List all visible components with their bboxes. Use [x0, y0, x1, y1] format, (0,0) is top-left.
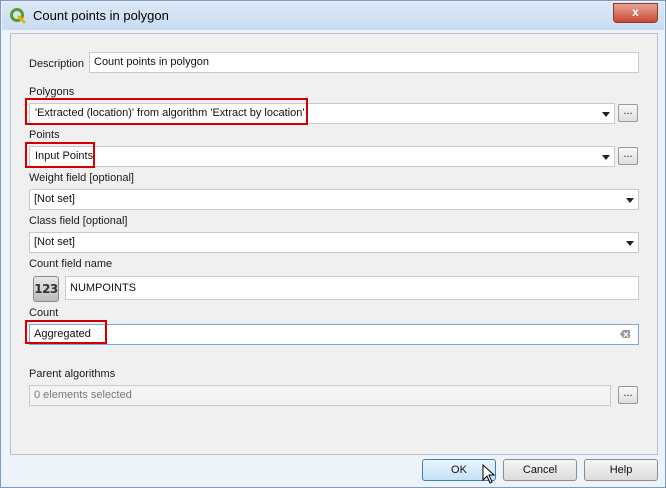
description-input[interactable]: Count points in polygon — [89, 52, 639, 73]
points-browse-button[interactable]: ... — [618, 147, 638, 165]
parent-algorithms-browse-button[interactable]: ... — [618, 386, 638, 404]
count-input[interactable]: Aggregated — [29, 324, 639, 345]
polygons-label: Polygons — [29, 86, 75, 98]
clear-icon[interactable] — [620, 330, 630, 338]
description-label: Description — [29, 58, 85, 70]
close-button[interactable]: x — [613, 3, 658, 23]
weight-field-value: [Not set] — [34, 193, 75, 205]
parent-algorithms-label: Parent algorithms — [29, 368, 116, 380]
class-field-label: Class field [optional] — [29, 215, 128, 227]
title-bar: Count points in polygon x — [2, 2, 664, 30]
parameters-panel: Description Count points in polygon Poly… — [10, 33, 658, 455]
chevron-down-icon — [626, 198, 634, 203]
count-field-name-label: Count field name — [29, 258, 113, 270]
window-title: Count points in polygon — [33, 8, 169, 23]
polygons-browse-button[interactable]: ... — [618, 104, 638, 122]
parent-algorithms-field: 0 elements selected — [29, 385, 611, 406]
weight-field-label: Weight field [optional] — [29, 172, 134, 184]
points-label: Points — [29, 129, 60, 141]
number-expression-icon[interactable]: 123 — [33, 276, 59, 302]
count-field-name-input[interactable]: NUMPOINTS — [65, 276, 639, 300]
count-label: Count — [29, 307, 59, 319]
class-field-value: [Not set] — [34, 236, 75, 248]
cancel-button[interactable]: Cancel — [503, 459, 577, 481]
weight-field-combo[interactable]: [Not set] — [29, 189, 639, 210]
count-highlight — [25, 320, 107, 344]
points-combo[interactable]: Input Points — [29, 146, 615, 167]
polygons-highlight — [25, 98, 308, 125]
mouse-pointer-icon — [482, 464, 496, 484]
chevron-down-icon — [602, 155, 610, 160]
dialog-window: Count points in polygon x Description Co… — [0, 0, 666, 488]
chevron-down-icon — [602, 112, 610, 117]
chevron-down-icon — [626, 241, 634, 246]
qgis-logo-icon — [10, 8, 26, 24]
points-highlight — [25, 142, 95, 168]
class-field-combo[interactable]: [Not set] — [29, 232, 639, 253]
help-button[interactable]: Help — [584, 459, 658, 481]
